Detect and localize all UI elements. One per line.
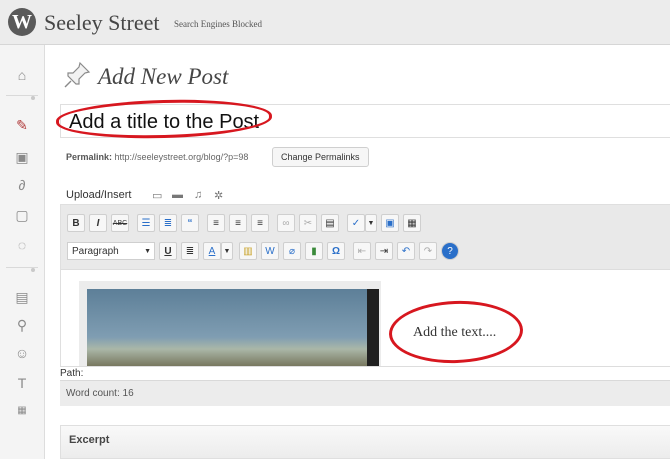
links-icon[interactable]: ∂ xyxy=(14,177,30,193)
align-right-icon[interactable]: ≡ xyxy=(251,214,269,232)
pages-icon[interactable]: ▢ xyxy=(14,207,30,223)
editor-toolbar: B I ABC ☰ ≣ “ ≡ ≡ ≡ ∞ ✂ ▤ ✓ ▼ ▣ ▦ Paragr… xyxy=(61,205,670,270)
excerpt-box-header[interactable]: Excerpt xyxy=(60,425,670,459)
comments-icon[interactable]: ◌ xyxy=(14,237,30,253)
media-icon[interactable]: ▣ xyxy=(14,149,30,165)
text-color-icon[interactable]: A xyxy=(203,242,221,260)
page-title: Add New Post xyxy=(98,64,229,89)
insert-media-icon[interactable]: ▮ xyxy=(305,242,323,260)
align-center-icon[interactable]: ≡ xyxy=(229,214,247,232)
spellcheck-icon[interactable]: ✓ xyxy=(347,214,365,232)
spellcheck-dropdown-icon[interactable]: ▼ xyxy=(365,214,377,232)
permalink-label: Permalink: xyxy=(66,152,113,162)
help-icon[interactable]: ? xyxy=(441,242,459,260)
redo-icon[interactable]: ↷ xyxy=(419,242,437,260)
undo-icon[interactable]: ↶ xyxy=(397,242,415,260)
admin-sidebar: ⌂ ✎ ▣ ∂ ▢ ◌ ▤ ⚲ ☺ T ▦ xyxy=(0,45,45,459)
posts-pin-icon[interactable]: ✎ xyxy=(14,117,30,133)
dashboard-icon[interactable]: ⌂ xyxy=(14,67,30,83)
post-pushpin-icon xyxy=(64,61,91,88)
path-label: Path: xyxy=(60,368,84,379)
post-content-text[interactable]: Add the text.... xyxy=(413,325,496,341)
add-audio-icon[interactable]: ♫ xyxy=(194,189,202,201)
bullet-list-icon[interactable]: ☰ xyxy=(137,214,155,232)
chevron-down-icon: ▼ xyxy=(144,248,151,255)
change-permalinks-button[interactable]: Change Permalinks xyxy=(272,147,369,167)
paste-word-icon[interactable]: W xyxy=(261,242,279,260)
bold-button[interactable]: B xyxy=(67,214,85,232)
settings-icon[interactable]: ▦ xyxy=(14,403,30,419)
users-icon[interactable]: ☺ xyxy=(14,345,30,361)
underline-button[interactable]: U xyxy=(159,242,177,260)
image-edge xyxy=(367,289,379,369)
blockquote-icon[interactable]: “ xyxy=(181,214,199,232)
indent-icon[interactable]: ⇥ xyxy=(375,242,393,260)
appearance-icon[interactable]: ▤ xyxy=(14,289,30,305)
strikethrough-button[interactable]: ABC xyxy=(111,214,129,232)
excerpt-label: Excerpt xyxy=(69,434,110,446)
permalink-row: Permalink: http://seeleystreet.org/blog/… xyxy=(66,152,248,162)
sidebar-collapse-dot[interactable] xyxy=(31,96,35,100)
remove-format-icon[interactable]: ⌀ xyxy=(283,242,301,260)
numbered-list-icon[interactable]: ≣ xyxy=(159,214,177,232)
italic-button[interactable]: I xyxy=(89,214,107,232)
format-select[interactable]: Paragraph ▼ xyxy=(67,242,155,260)
outdent-icon[interactable]: ⇤ xyxy=(353,242,371,260)
search-engines-status: Search Engines Blocked xyxy=(174,19,262,29)
insert-link-icon[interactable]: ∞ xyxy=(277,214,295,232)
admin-header: W Seeley Street Search Engines Blocked xyxy=(0,0,670,45)
text-color-dropdown-icon[interactable]: ▼ xyxy=(221,242,233,260)
word-count-bar: Word count: 16 xyxy=(60,380,670,406)
sidebar-collapse-dot[interactable] xyxy=(31,268,35,272)
plugins-icon[interactable]: ⚲ xyxy=(14,317,30,333)
permalink-url[interactable]: http://seeleystreet.org/blog/?p=98 xyxy=(115,152,249,162)
insert-more-icon[interactable]: ▤ xyxy=(321,214,339,232)
wordpress-logo-icon[interactable]: W xyxy=(8,8,36,36)
add-media-icon[interactable]: ✲ xyxy=(214,189,223,202)
editor-path-bar: Path: xyxy=(60,366,670,381)
upload-insert-label: Upload/Insert xyxy=(66,189,132,201)
add-image-icon[interactable]: ▭ xyxy=(152,189,162,202)
word-count: Word count: 16 xyxy=(66,388,134,399)
kitchen-sink-icon[interactable]: ▦ xyxy=(403,214,421,232)
unlink-icon[interactable]: ✂ xyxy=(299,214,317,232)
justify-icon[interactable]: ≣ xyxy=(181,242,199,260)
paste-text-icon[interactable]: ▥ xyxy=(239,242,257,260)
site-title[interactable]: Seeley Street xyxy=(44,10,159,36)
add-video-icon[interactable]: ▬ xyxy=(172,189,183,201)
post-title-input[interactable]: Add a title to the Post xyxy=(60,104,670,138)
tools-icon[interactable]: T xyxy=(14,375,30,391)
post-image[interactable] xyxy=(87,289,375,369)
special-character-icon[interactable]: Ω xyxy=(327,242,345,260)
format-select-value: Paragraph xyxy=(72,246,119,257)
align-left-icon[interactable]: ≡ xyxy=(207,214,225,232)
post-editor: B I ABC ☰ ≣ “ ≡ ≡ ≡ ∞ ✂ ▤ ✓ ▼ ▣ ▦ Paragr… xyxy=(60,204,670,371)
fullscreen-icon[interactable]: ▣ xyxy=(381,214,399,232)
